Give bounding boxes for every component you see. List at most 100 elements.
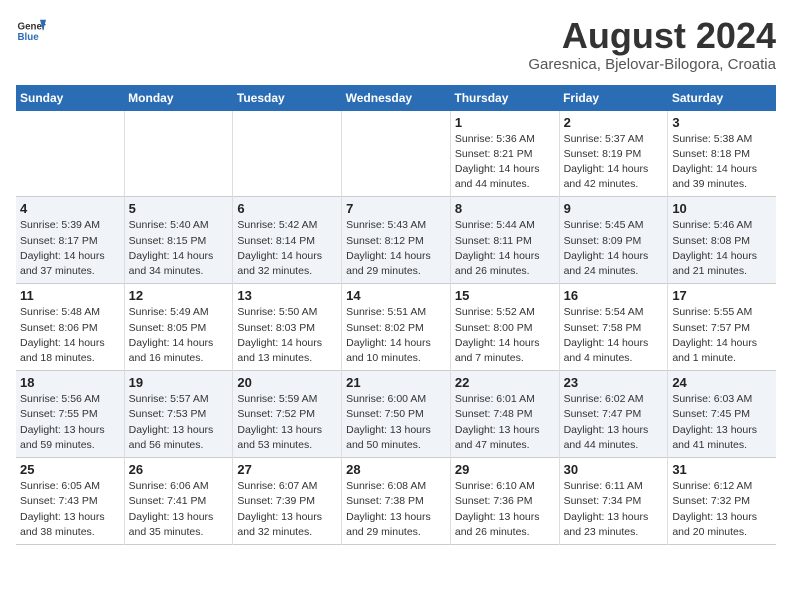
calendar-cell: 28 Sunrise: 6:08 AM Sunset: 7:38 PM Dayli… [342, 458, 451, 545]
calendar-cell: 21Sunrise: 6:00 AM Sunset: 7:50 PM Dayli… [342, 371, 451, 458]
day-number: 8 [455, 201, 555, 216]
calendar-header-row: SundayMondayTuesdayWednesdayThursdayFrid… [16, 85, 776, 111]
calendar-cell: 3Sunrise: 5:38 AM Sunset: 8:18 PM Daylig… [668, 111, 776, 197]
day-info: Sunrise: 5:59 AM Sunset: 7:52 PM Dayligh… [237, 392, 337, 453]
calendar-cell: 30 Sunrise: 6:11 AM Sunset: 7:34 PM Dayli… [559, 458, 668, 545]
calendar-cell: 11Sunrise: 5:48 AM Sunset: 8:06 PM Dayli… [16, 284, 124, 371]
day-info: Sunrise: 5:50 AM Sunset: 8:03 PM Dayligh… [237, 305, 337, 366]
day-number: 30 [564, 462, 664, 477]
day-number: 6 [237, 201, 337, 216]
logo: General Blue [16, 16, 46, 46]
day-number: 7 [346, 201, 446, 216]
calendar-cell: 26 Sunrise: 6:06 AM Sunset: 7:41 PM Dayli… [124, 458, 233, 545]
calendar-col-header: Monday [124, 85, 233, 111]
calendar-cell: 7Sunrise: 5:43 AM Sunset: 8:12 PM Daylig… [342, 197, 451, 284]
day-number: 9 [564, 201, 664, 216]
svg-text:Blue: Blue [18, 32, 40, 43]
day-info: Sunrise: 5:44 AM Sunset: 8:11 PM Dayligh… [455, 218, 555, 279]
day-info: Sunrise: 6:08 AM Sunset: 7:38 PM Dayligh… [346, 479, 446, 540]
calendar-cell: 27Sunrise: 6:07 AM Sunset: 7:39 PM Dayli… [233, 458, 342, 545]
day-info: Sunrise: 5:48 AM Sunset: 8:06 PM Dayligh… [20, 305, 120, 366]
calendar-cell: 24Sunrise: 6:03 AM Sunset: 7:45 PM Dayli… [668, 371, 776, 458]
calendar-cell: 22 Sunrise: 6:01 AM Sunset: 7:48 PM Dayli… [450, 371, 559, 458]
day-number: 28 [346, 462, 446, 477]
day-info: Sunrise: 6:10 AM Sunset: 7:36 PM Dayligh… [455, 479, 555, 540]
calendar-cell: 8 Sunrise: 5:44 AM Sunset: 8:11 PM Daylig… [450, 197, 559, 284]
day-info: Sunrise: 5:38 AM Sunset: 8:18 PM Dayligh… [672, 132, 772, 193]
day-number: 13 [237, 288, 337, 303]
day-number: 19 [129, 375, 229, 390]
day-number: 25 [20, 462, 120, 477]
day-number: 12 [129, 288, 229, 303]
day-number: 21 [346, 375, 446, 390]
page-header: General Blue August 2024 Garesnica, Bjel… [16, 16, 776, 73]
day-info: Sunrise: 6:12 AM Sunset: 7:32 PM Dayligh… [672, 479, 772, 540]
calendar-col-header: Wednesday [342, 85, 451, 111]
day-info: Sunrise: 6:01 AM Sunset: 7:48 PM Dayligh… [455, 392, 555, 453]
calendar-cell: 4Sunrise: 5:39 AM Sunset: 8:17 PM Daylig… [16, 197, 124, 284]
calendar-week-row: 25 Sunrise: 6:05 AM Sunset: 7:43 PM Dayli… [16, 458, 776, 545]
day-info: Sunrise: 5:46 AM Sunset: 8:08 PM Dayligh… [672, 218, 772, 279]
title-block: August 2024 Garesnica, Bjelovar-Bilogora… [528, 16, 776, 73]
calendar-week-row: 18 Sunrise: 5:56 AM Sunset: 7:55 PM Dayli… [16, 371, 776, 458]
day-info: Sunrise: 5:54 AM Sunset: 7:58 PM Dayligh… [564, 305, 664, 366]
calendar-cell: 13 Sunrise: 5:50 AM Sunset: 8:03 PM Dayli… [233, 284, 342, 371]
day-info: Sunrise: 5:56 AM Sunset: 7:55 PM Dayligh… [20, 392, 120, 453]
day-info: Sunrise: 5:40 AM Sunset: 8:15 PM Dayligh… [129, 218, 229, 279]
day-info: Sunrise: 5:42 AM Sunset: 8:14 PM Dayligh… [237, 218, 337, 279]
day-info: Sunrise: 5:45 AM Sunset: 8:09 PM Dayligh… [564, 218, 664, 279]
calendar-cell: 9 Sunrise: 5:45 AM Sunset: 8:09 PM Daylig… [559, 197, 668, 284]
day-number: 23 [564, 375, 664, 390]
calendar-col-header: Tuesday [233, 85, 342, 111]
day-info: Sunrise: 6:05 AM Sunset: 7:43 PM Dayligh… [20, 479, 120, 540]
calendar-cell: 17Sunrise: 5:55 AM Sunset: 7:57 PM Dayli… [668, 284, 776, 371]
calendar-table: SundayMondayTuesdayWednesdayThursdayFrid… [16, 85, 776, 545]
day-number: 22 [455, 375, 555, 390]
day-number: 29 [455, 462, 555, 477]
calendar-cell: 6 Sunrise: 5:42 AM Sunset: 8:14 PM Daylig… [233, 197, 342, 284]
day-number: 18 [20, 375, 120, 390]
day-number: 2 [564, 115, 664, 130]
day-info: Sunrise: 6:11 AM Sunset: 7:34 PM Dayligh… [564, 479, 664, 540]
calendar-week-row: 4Sunrise: 5:39 AM Sunset: 8:17 PM Daylig… [16, 197, 776, 284]
calendar-col-header: Sunday [16, 85, 124, 111]
day-number: 20 [237, 375, 337, 390]
day-info: Sunrise: 5:49 AM Sunset: 8:05 PM Dayligh… [129, 305, 229, 366]
calendar-cell: 25 Sunrise: 6:05 AM Sunset: 7:43 PM Dayli… [16, 458, 124, 545]
calendar-cell [233, 111, 342, 197]
calendar-cell [124, 111, 233, 197]
day-info: Sunrise: 5:37 AM Sunset: 8:19 PM Dayligh… [564, 132, 664, 193]
day-number: 5 [129, 201, 229, 216]
calendar-col-header: Thursday [450, 85, 559, 111]
calendar-cell: 29 Sunrise: 6:10 AM Sunset: 7:36 PM Dayli… [450, 458, 559, 545]
calendar-cell: 18 Sunrise: 5:56 AM Sunset: 7:55 PM Dayli… [16, 371, 124, 458]
calendar-cell: 5 Sunrise: 5:40 AM Sunset: 8:15 PM Daylig… [124, 197, 233, 284]
day-number: 10 [672, 201, 772, 216]
calendar-cell: 1 Sunrise: 5:36 AM Sunset: 8:21 PM Daylig… [450, 111, 559, 197]
calendar-body: 1 Sunrise: 5:36 AM Sunset: 8:21 PM Daylig… [16, 111, 776, 545]
calendar-col-header: Saturday [668, 85, 776, 111]
day-info: Sunrise: 5:57 AM Sunset: 7:53 PM Dayligh… [129, 392, 229, 453]
calendar-cell [342, 111, 451, 197]
calendar-cell: 20 Sunrise: 5:59 AM Sunset: 7:52 PM Dayli… [233, 371, 342, 458]
day-info: Sunrise: 5:52 AM Sunset: 8:00 PM Dayligh… [455, 305, 555, 366]
day-number: 26 [129, 462, 229, 477]
subtitle: Garesnica, Bjelovar-Bilogora, Croatia [528, 56, 776, 73]
calendar-cell: 2 Sunrise: 5:37 AM Sunset: 8:19 PM Daylig… [559, 111, 668, 197]
day-info: Sunrise: 6:07 AM Sunset: 7:39 PM Dayligh… [237, 479, 337, 540]
day-info: Sunrise: 6:06 AM Sunset: 7:41 PM Dayligh… [129, 479, 229, 540]
calendar-cell: 31Sunrise: 6:12 AM Sunset: 7:32 PM Dayli… [668, 458, 776, 545]
day-info: Sunrise: 5:36 AM Sunset: 8:21 PM Dayligh… [455, 132, 555, 193]
calendar-cell: 10 Sunrise: 5:46 AM Sunset: 8:08 PM Dayli… [668, 197, 776, 284]
calendar-col-header: Friday [559, 85, 668, 111]
day-info: Sunrise: 6:03 AM Sunset: 7:45 PM Dayligh… [672, 392, 772, 453]
day-number: 15 [455, 288, 555, 303]
day-number: 1 [455, 115, 555, 130]
logo-icon: General Blue [16, 16, 46, 46]
day-number: 17 [672, 288, 772, 303]
day-info: Sunrise: 5:39 AM Sunset: 8:17 PM Dayligh… [20, 218, 120, 279]
calendar-cell: 14Sunrise: 5:51 AM Sunset: 8:02 PM Dayli… [342, 284, 451, 371]
day-number: 14 [346, 288, 446, 303]
main-title: August 2024 [528, 16, 776, 56]
calendar-cell [16, 111, 124, 197]
